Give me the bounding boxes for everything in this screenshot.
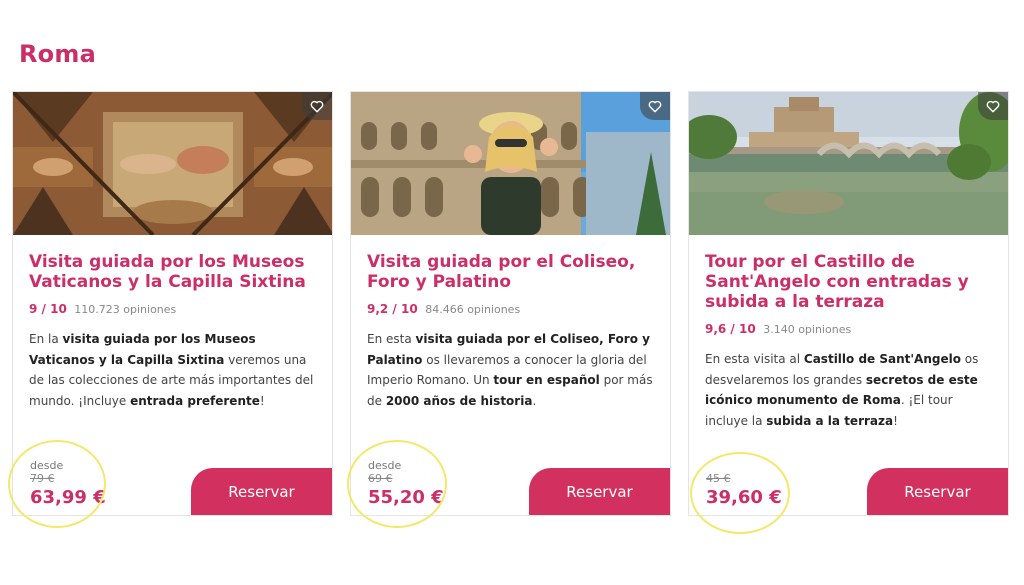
reserve-button[interactable]: Reservar — [867, 468, 1008, 515]
description-text: ! — [259, 393, 265, 408]
original-price: 69 € — [368, 472, 393, 485]
section-title: Roma — [19, 40, 96, 68]
tour-description: En esta visita al Castillo de Sant'Angel… — [705, 349, 992, 431]
original-price: 45 € — [706, 472, 731, 485]
current-price: 55,20 € — [368, 487, 444, 508]
description-highlight: visita guiada por los Museos Vaticanos y… — [29, 332, 256, 367]
favorite-button[interactable] — [302, 92, 332, 120]
description-text: . — [532, 393, 537, 408]
rating-row: 9,6 / 10 3.140 opiniones — [705, 322, 992, 337]
favorite-button[interactable] — [978, 92, 1008, 120]
description-highlight: entrada preferente — [130, 393, 260, 408]
price-from-label: desde — [368, 459, 402, 472]
tour-title[interactable]: Tour por el Castillo de Sant'Angelo con … — [705, 252, 992, 312]
price-block: desde 79 € 63,99 € — [30, 459, 106, 509]
description-text: En la — [29, 332, 63, 346]
description-text: ! — [893, 413, 898, 428]
review-count[interactable]: 84.466 opiniones — [425, 303, 520, 316]
description-highlight: subida a la terraza — [766, 413, 894, 428]
heart-outline-icon — [986, 100, 1000, 112]
tour-card-vatican[interactable]: Visita guiada por los Museos Vaticanos y… — [12, 91, 333, 516]
price-block: desde 69 € 55,20 € — [368, 459, 444, 509]
current-price: 39,60 € — [706, 487, 782, 508]
description-highlight: tour en español — [493, 373, 600, 387]
tour-image-sistine-chapel[interactable] — [13, 92, 332, 235]
rating-score: 9 / 10 — [29, 302, 67, 316]
tour-title[interactable]: Visita guiada por el Coliseo, Foro y Pal… — [367, 252, 654, 292]
reserve-button[interactable]: Reservar — [529, 468, 670, 515]
rating-score: 9,6 / 10 — [705, 322, 756, 336]
favorite-button[interactable] — [640, 92, 670, 120]
price-from-label: desde — [30, 459, 64, 472]
review-count[interactable]: 110.723 opiniones — [74, 303, 176, 316]
original-price: 79 € — [30, 472, 55, 485]
description-highlight: Castillo de Sant'Angelo — [803, 352, 961, 366]
tour-description: En la visita guiada por los Museos Vatic… — [29, 329, 316, 411]
description-text: En esta — [367, 332, 416, 346]
description-text: En esta visita al — [705, 352, 804, 366]
current-price: 63,99 € — [30, 487, 106, 508]
tour-image-castel-sant-angelo[interactable] — [689, 92, 1008, 235]
description-highlight: 2000 años de historia — [385, 393, 533, 408]
rating-score: 9,2 / 10 — [367, 302, 418, 316]
tour-card-castel-sant-angelo[interactable]: Tour por el Castillo de Sant'Angelo con … — [688, 91, 1009, 516]
rating-row: 9,2 / 10 84.466 opiniones — [367, 302, 654, 317]
reserve-button[interactable]: Reservar — [191, 468, 332, 515]
review-count[interactable]: 3.140 opiniones — [763, 323, 851, 336]
tour-title[interactable]: Visita guiada por los Museos Vaticanos y… — [29, 252, 316, 292]
tour-description: En esta visita guiada por el Coliseo, Fo… — [367, 329, 654, 411]
price-block: 45 € 39,60 € — [706, 472, 782, 509]
tour-card-colosseum[interactable]: Visita guiada por el Coliseo, Foro y Pal… — [350, 91, 671, 516]
tour-image-colosseum[interactable] — [351, 92, 670, 235]
heart-outline-icon — [310, 100, 324, 112]
rating-row: 9 / 10 110.723 opiniones — [29, 302, 316, 317]
heart-outline-icon — [648, 100, 662, 112]
